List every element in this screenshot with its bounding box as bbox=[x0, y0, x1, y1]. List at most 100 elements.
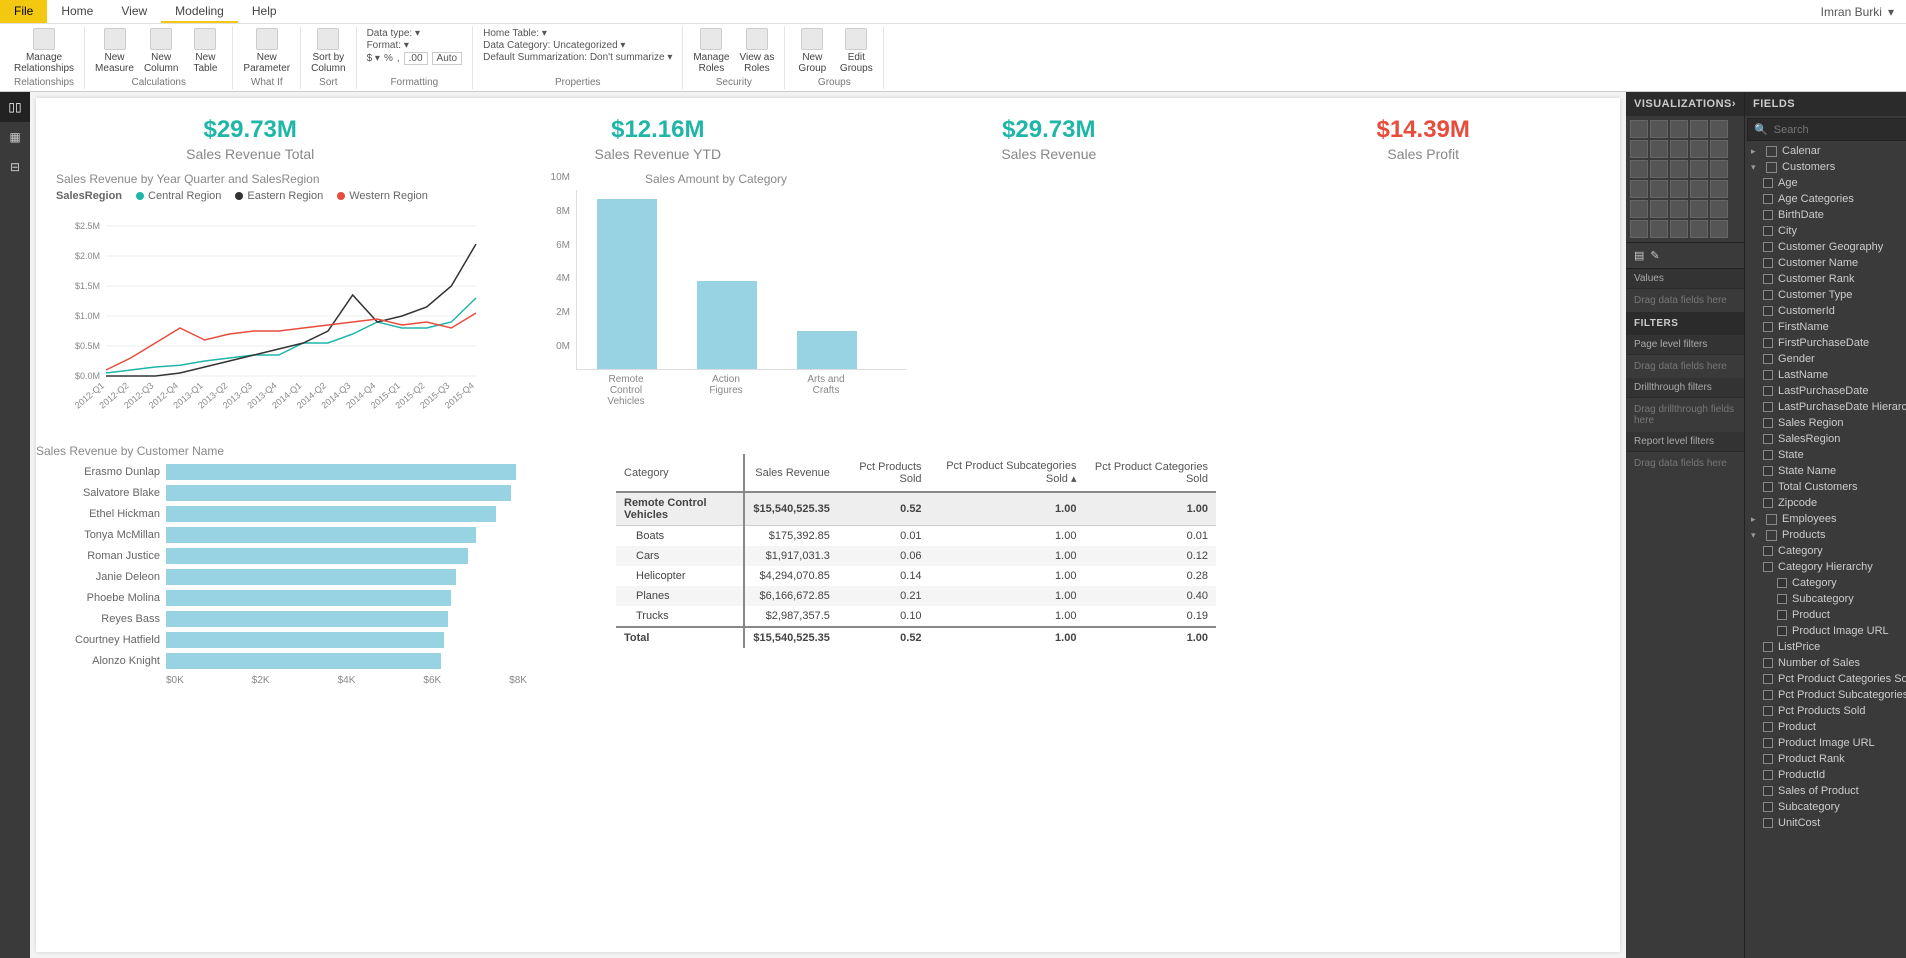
field-node[interactable]: Category bbox=[1745, 575, 1906, 591]
fields-search[interactable]: 🔍 bbox=[1747, 118, 1906, 141]
table-header[interactable]: Sales Revenue bbox=[744, 454, 837, 492]
menu-file[interactable]: File bbox=[0, 0, 47, 23]
field-node[interactable]: Sales Region bbox=[1745, 415, 1906, 431]
bar-chart-category-visual[interactable]: Sales Amount by Category 10M8M6M4M2M0M R… bbox=[526, 172, 906, 432]
table-header[interactable]: Pct Products Sold bbox=[838, 454, 930, 492]
report-filters-dropzone[interactable]: Drag data fields here bbox=[1626, 452, 1744, 475]
field-checkbox[interactable] bbox=[1763, 434, 1773, 444]
matrix-visual[interactable]: CategorySales RevenuePct Products SoldPc… bbox=[616, 444, 1216, 686]
field-node[interactable]: Pct Product Subcategories... bbox=[1745, 687, 1906, 703]
field-node[interactable]: UnitCost bbox=[1745, 815, 1906, 831]
bar[interactable] bbox=[797, 331, 857, 369]
menu-help[interactable]: Help bbox=[238, 0, 291, 23]
viz-type-icon[interactable] bbox=[1650, 220, 1668, 238]
viz-type-icon[interactable] bbox=[1710, 220, 1728, 238]
table-node-Customers[interactable]: ▾ Customers bbox=[1745, 159, 1906, 175]
field-node[interactable]: Number of Sales bbox=[1745, 655, 1906, 671]
field-node[interactable]: SalesRegion bbox=[1745, 431, 1906, 447]
field-checkbox[interactable] bbox=[1763, 418, 1773, 428]
viz-type-icon[interactable] bbox=[1710, 200, 1728, 218]
field-checkbox[interactable] bbox=[1763, 546, 1773, 556]
field-checkbox[interactable] bbox=[1763, 706, 1773, 716]
viz-type-icon[interactable] bbox=[1630, 220, 1648, 238]
page-filters-dropzone[interactable]: Drag data fields here bbox=[1626, 355, 1744, 378]
field-checkbox[interactable] bbox=[1763, 258, 1773, 268]
field-node[interactable]: Age Categories bbox=[1745, 191, 1906, 207]
field-checkbox[interactable] bbox=[1763, 674, 1773, 684]
new-column-button[interactable]: New Column bbox=[140, 26, 182, 76]
viz-type-icon[interactable] bbox=[1650, 140, 1668, 158]
user-label[interactable]: Imran Burki▾ bbox=[1809, 0, 1906, 23]
field-checkbox[interactable] bbox=[1763, 194, 1773, 204]
bar[interactable] bbox=[597, 199, 657, 369]
field-node[interactable]: Product bbox=[1745, 719, 1906, 735]
report-canvas[interactable]: $29.73M Sales Revenue Total $12.16M Sale… bbox=[36, 98, 1620, 952]
data-view-button[interactable]: ▦ bbox=[0, 122, 30, 152]
viz-type-icon[interactable] bbox=[1710, 180, 1728, 198]
field-node[interactable]: Pct Products Sold bbox=[1745, 703, 1906, 719]
summarization-dropdown[interactable]: ▾ bbox=[667, 52, 672, 63]
viz-type-icon[interactable] bbox=[1670, 200, 1688, 218]
field-node[interactable]: LastPurchaseDate bbox=[1745, 383, 1906, 399]
field-checkbox[interactable] bbox=[1763, 370, 1773, 380]
viz-type-icon[interactable] bbox=[1690, 200, 1708, 218]
kpi-card-2[interactable]: $29.73M Sales Revenue bbox=[1001, 116, 1096, 162]
edit-groups-button[interactable]: Edit Groups bbox=[835, 26, 877, 76]
table-header[interactable]: Category bbox=[616, 454, 744, 492]
auto-decimals[interactable]: Auto bbox=[432, 52, 463, 65]
field-node[interactable]: Customer Name bbox=[1745, 255, 1906, 271]
hbar-row[interactable]: Reyes Bass bbox=[56, 609, 576, 629]
viz-type-icon[interactable] bbox=[1690, 220, 1708, 238]
datacategory-dropdown[interactable]: ▾ bbox=[620, 40, 625, 51]
field-checkbox[interactable] bbox=[1777, 626, 1787, 636]
viz-type-icon[interactable] bbox=[1650, 160, 1668, 178]
table-node-Employees[interactable]: ▸ Employees bbox=[1745, 511, 1906, 527]
viz-type-icon[interactable] bbox=[1670, 160, 1688, 178]
field-node[interactable]: Zipcode bbox=[1745, 495, 1906, 511]
viz-type-icon[interactable] bbox=[1670, 120, 1688, 138]
new-table-button[interactable]: New Table bbox=[184, 26, 226, 76]
format-well-icon[interactable]: ✎ bbox=[1650, 249, 1659, 262]
field-checkbox[interactable] bbox=[1763, 242, 1773, 252]
kpi-card-3[interactable]: $14.39M Sales Profit bbox=[1376, 116, 1469, 162]
field-node[interactable]: CustomerId bbox=[1745, 303, 1906, 319]
table-node-Calenar[interactable]: ▸ Calenar bbox=[1745, 143, 1906, 159]
menu-home[interactable]: Home bbox=[47, 0, 107, 23]
field-node[interactable]: Customer Type bbox=[1745, 287, 1906, 303]
field-node[interactable]: Age bbox=[1745, 175, 1906, 191]
field-checkbox[interactable] bbox=[1763, 450, 1773, 460]
field-checkbox[interactable] bbox=[1763, 482, 1773, 492]
field-checkbox[interactable] bbox=[1763, 562, 1773, 572]
field-node[interactable]: Customer Geography bbox=[1745, 239, 1906, 255]
viz-type-icon[interactable] bbox=[1630, 180, 1648, 198]
viz-type-icon[interactable] bbox=[1650, 200, 1668, 218]
field-checkbox[interactable] bbox=[1763, 210, 1773, 220]
field-node[interactable]: Total Customers bbox=[1745, 479, 1906, 495]
field-node[interactable]: Customer Rank bbox=[1745, 271, 1906, 287]
field-checkbox[interactable] bbox=[1763, 466, 1773, 476]
field-checkbox[interactable] bbox=[1763, 770, 1773, 780]
hbar-row[interactable]: Janie Deleon bbox=[56, 567, 576, 587]
hbar-row[interactable]: Courtney Hatfield bbox=[56, 630, 576, 650]
viz-type-icon[interactable] bbox=[1690, 140, 1708, 158]
viz-type-icon[interactable] bbox=[1690, 180, 1708, 198]
line-chart-visual[interactable]: Sales Revenue by Year Quarter and SalesR… bbox=[56, 172, 486, 432]
new-measure-button[interactable]: New Measure bbox=[91, 26, 138, 76]
datatype-dropdown[interactable]: ▾ bbox=[415, 28, 420, 39]
field-checkbox[interactable] bbox=[1763, 338, 1773, 348]
viz-type-icon[interactable] bbox=[1670, 220, 1688, 238]
bar[interactable] bbox=[697, 281, 757, 369]
field-checkbox[interactable] bbox=[1763, 386, 1773, 396]
field-node[interactable]: Sales of Product bbox=[1745, 783, 1906, 799]
field-checkbox[interactable] bbox=[1777, 610, 1787, 620]
field-checkbox[interactable] bbox=[1763, 802, 1773, 812]
viz-type-icon[interactable] bbox=[1710, 160, 1728, 178]
hbar-row[interactable]: Roman Justice bbox=[56, 546, 576, 566]
viz-type-icon[interactable] bbox=[1650, 120, 1668, 138]
manage-relationships-button[interactable]: Manage Relationships bbox=[10, 26, 78, 76]
percent-button[interactable]: % bbox=[384, 53, 393, 64]
fields-well-icon[interactable]: ▤ bbox=[1634, 249, 1644, 262]
decimals-input[interactable]: .00 bbox=[404, 52, 428, 65]
manage-roles-button[interactable]: Manage Roles bbox=[689, 26, 733, 76]
field-node[interactable]: Pct Product Categories Sold bbox=[1745, 671, 1906, 687]
